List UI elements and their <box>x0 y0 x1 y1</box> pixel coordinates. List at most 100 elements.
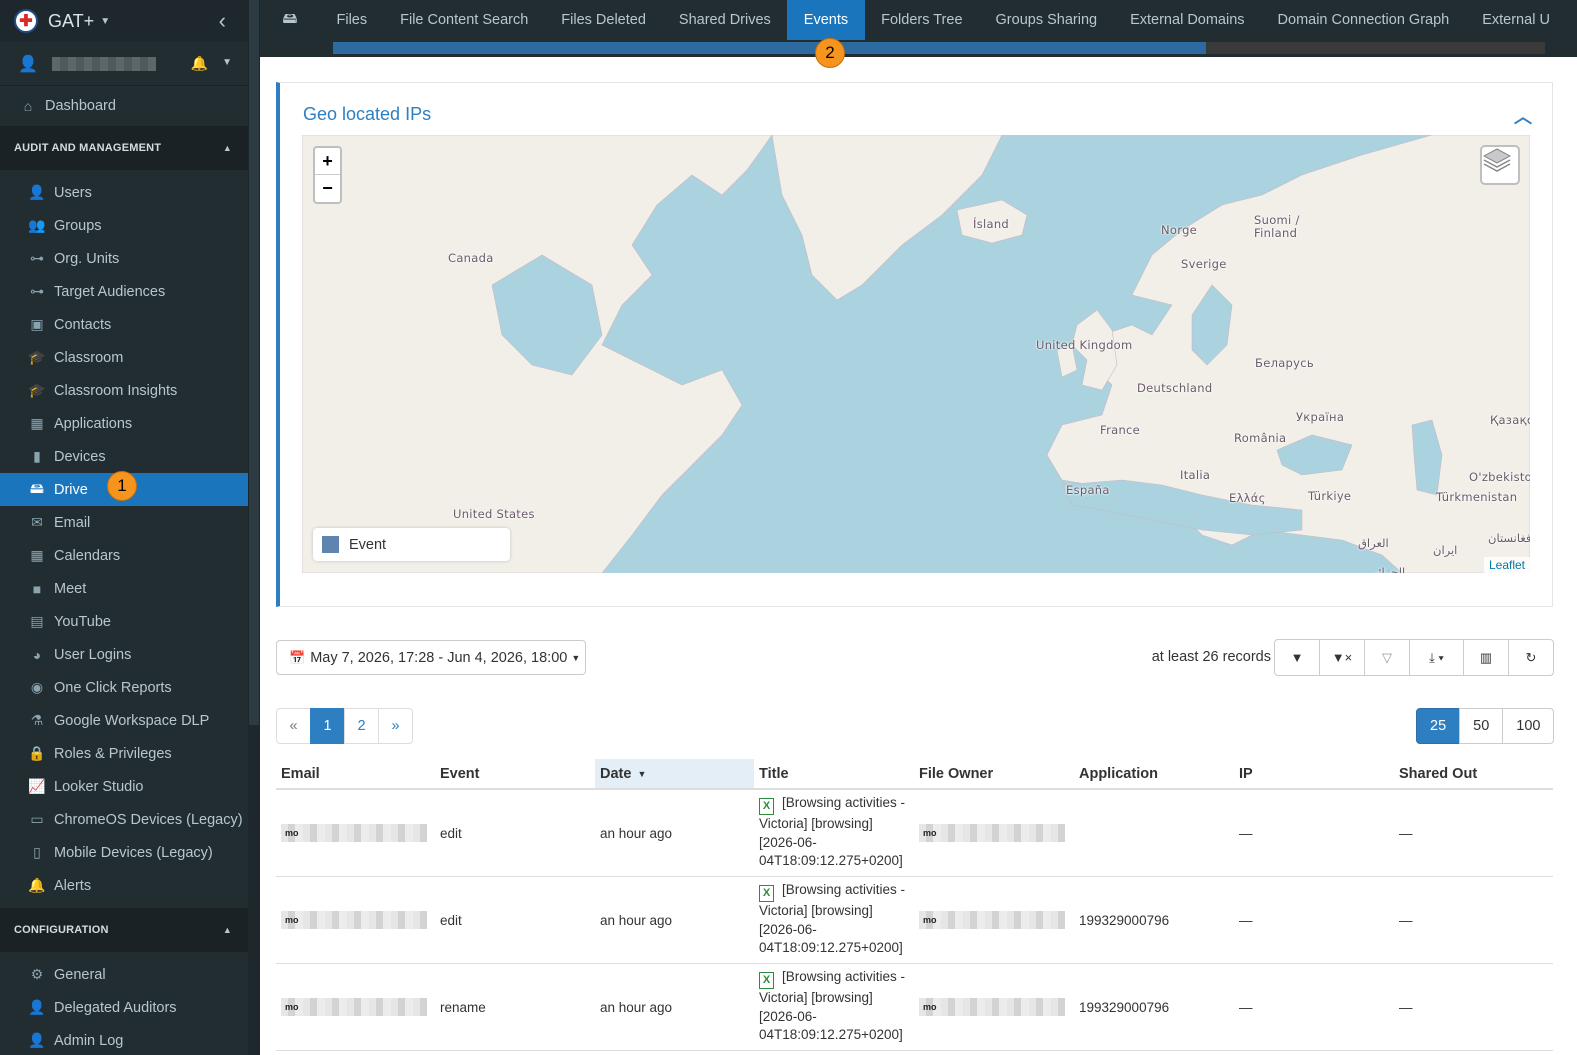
title-cell[interactable]: X [Browsing activities - Victoria] [brows… <box>754 877 914 963</box>
progress-row <box>260 40 1577 57</box>
tab-external-u[interactable]: External U <box>1466 0 1567 40</box>
sidebar-scrollbar[interactable] <box>248 0 260 1055</box>
sidebar-item-contacts[interactable]: ▣ Contacts <box>0 308 248 341</box>
sidebar-item-devices[interactable]: ▮ Devices <box>0 440 248 473</box>
column-header-file-owner[interactable]: File Owner <box>914 759 1074 788</box>
user-menu-caret-icon[interactable]: ▼ <box>222 57 232 68</box>
email-redacted[interactable]: mo <box>281 911 427 929</box>
flask-icon: ⚗ <box>30 712 44 728</box>
sidebar-item-alerts[interactable]: 🔔 Alerts <box>0 869 248 902</box>
column-header-shared-out[interactable]: Shared Out <box>1394 759 1553 788</box>
section-audit-header[interactable]: AUDIT AND MANAGEMENT ▲ <box>0 126 248 170</box>
column-header-date[interactable]: Date ▼ <box>595 759 754 788</box>
clear-filter-button[interactable]: ▼× <box>1319 639 1365 676</box>
user-bar[interactable]: 👤 🔔 ▼ <box>0 42 248 86</box>
tab-files-deleted[interactable]: Files Deleted <box>545 0 663 40</box>
page-size-option[interactable]: 50 <box>1459 708 1504 744</box>
leaflet-attribution-link[interactable]: Leaflet <box>1483 557 1530 573</box>
owner-redacted[interactable]: mo <box>919 998 1065 1016</box>
tab-shared-drives[interactable]: Shared Drives <box>662 0 787 40</box>
sidebar-item-one-click-reports[interactable]: ◉ One Click Reports <box>0 671 248 704</box>
tab-domain-connection-graph[interactable]: Domain Connection Graph <box>1261 0 1466 40</box>
tab-drive-home[interactable]: 🖴 <box>260 0 320 40</box>
owner-redacted[interactable]: mo <box>919 911 1065 929</box>
section-config-header[interactable]: CONFIGURATION ▲ <box>0 908 248 952</box>
sidebar-item-target-audiences[interactable]: ⊶ Target Audiences <box>0 275 248 308</box>
sidebar-item-org-units[interactable]: ⊶ Org. Units <box>0 242 248 275</box>
sidebar-item-users[interactable]: 👤 Users <box>0 176 248 209</box>
sidebar-item-user-logins[interactable]: ◕ User Logins <box>0 638 248 671</box>
owner-redacted[interactable]: mo <box>919 824 1065 842</box>
title-cell[interactable]: X [Browsing activities - Victoria] [brows… <box>754 790 914 876</box>
tab-external-domains[interactable]: External Domains <box>1114 0 1261 40</box>
tab-events[interactable]: Events <box>787 0 865 40</box>
file-title[interactable]: [Browsing activities - Victoria] [browsi… <box>759 882 905 955</box>
collapse-section-icon[interactable]: ▲ <box>223 925 232 935</box>
sidebar-item-groups[interactable]: 👥 Groups <box>0 209 248 242</box>
collapse-section-icon[interactable]: ▲ <box>223 143 232 153</box>
brand-caret-icon[interactable]: ▼ <box>100 16 110 27</box>
email-redacted[interactable]: mo <box>281 824 427 842</box>
prev-page-button[interactable]: « <box>276 708 311 744</box>
column-header-email[interactable]: Email <box>276 759 435 788</box>
line-chart-icon: 📈 <box>28 778 46 794</box>
sidebar-item-dashboard[interactable]: ⌂ Dashboard <box>0 86 248 126</box>
collapse-sidebar-icon[interactable]: ‹ <box>219 8 226 34</box>
title-cell[interactable]: X [Browsing activities - Victoria] [brows… <box>754 964 914 1050</box>
email-redacted[interactable]: mo <box>281 998 427 1016</box>
tab-files[interactable]: Files <box>320 0 384 40</box>
sidebar-item-google-workspace-dlp[interactable]: ⚗ Google Workspace DLP <box>0 704 248 737</box>
table-row[interactable]: mo edit an hour ago X [Browsing activities -… <box>276 877 1553 964</box>
file-title[interactable]: [Browsing activities - Victoria] [browsi… <box>759 795 905 868</box>
page-button[interactable]: 2 <box>344 708 379 744</box>
sidebar-item-label: Org. Units <box>54 250 120 267</box>
sidebar-item-looker-studio[interactable]: 📈 Looker Studio <box>0 770 248 803</box>
column-header-title[interactable]: Title <box>754 759 914 788</box>
date-range-picker[interactable]: 📅 May 7, 2026, 17:28 - Jun 4, 2026, 18:0… <box>276 640 586 675</box>
sidebar-item-label: Dashboard <box>45 98 116 114</box>
columns-button[interactable]: ▥ <box>1463 639 1509 676</box>
page-button[interactable]: 1 <box>310 708 345 744</box>
collapse-panel-icon[interactable]: ︿ <box>1514 103 1532 129</box>
sidebar-item-calendars[interactable]: ▦ Calendars <box>0 539 248 572</box>
notifications-bell-icon[interactable]: 🔔 <box>191 55 208 72</box>
geo-map[interactable]: Canada Ísland Norge Suomi / Finland Sverige Un… <box>302 135 1530 573</box>
zoom-in-button[interactable]: + <box>315 148 340 175</box>
table-row[interactable]: mo edit an hour ago X [Browsing activities -… <box>276 790 1553 877</box>
sidebar-item-chromeos-devices-legacy[interactable]: ▭ ChromeOS Devices (Legacy) <box>0 803 248 836</box>
column-header-ip[interactable]: IP <box>1234 759 1394 788</box>
refresh-button[interactable]: ↻ <box>1508 639 1554 676</box>
sidebar-item-email[interactable]: ✉ Email <box>0 506 248 539</box>
next-page-button[interactable]: » <box>378 708 413 744</box>
column-header-application[interactable]: Application <box>1074 759 1234 788</box>
sidebar-item-general[interactable]: ⚙ General <box>0 958 248 991</box>
tab-folders-tree[interactable]: Folders Tree <box>865 0 979 40</box>
scrollbar-thumb[interactable] <box>249 0 259 725</box>
sidebar-item-classroom[interactable]: 🎓 Classroom <box>0 341 248 374</box>
brand-bar[interactable]: ✚ GAT+ ▼ ‹ <box>0 0 248 42</box>
sidebar-item-youtube[interactable]: ▤ YouTube <box>0 605 248 638</box>
filter-button[interactable]: ▼ <box>1274 639 1320 676</box>
user-cog-icon: 👤 <box>28 999 46 1015</box>
sidebar-item-delegated-auditors[interactable]: 👤 Delegated Auditors <box>0 991 248 1024</box>
sidebar-item-mobile-devices-legacy[interactable]: ▯ Mobile Devices (Legacy) <box>0 836 248 869</box>
sidebar-item-applications[interactable]: ▦ Applications <box>0 407 248 440</box>
page-size-option[interactable]: 25 <box>1416 708 1461 744</box>
tab-groups-sharing[interactable]: Groups Sharing <box>979 0 1114 40</box>
map-label: Türkiye <box>1308 489 1352 503</box>
remove-filter-button[interactable]: ▽ <box>1364 639 1410 676</box>
page-size-option[interactable]: 100 <box>1502 708 1555 744</box>
tab-file-content-search[interactable]: File Content Search <box>384 0 545 40</box>
column-header-event[interactable]: Event <box>435 759 595 788</box>
table-row[interactable]: mo rename an hour ago X [Browsing activities… <box>276 964 1553 1051</box>
file-title[interactable]: [Browsing activities - Victoria] [browsi… <box>759 969 905 1042</box>
sidebar-item-classroom-insights[interactable]: 🎓 Classroom Insights <box>0 374 248 407</box>
export-button[interactable]: ⤓ ▾ <box>1409 639 1464 676</box>
sidebar-item-admin-log[interactable]: 👤 Admin Log <box>0 1024 248 1055</box>
layers-button[interactable] <box>1480 145 1520 185</box>
zoom-out-button[interactable]: − <box>315 175 340 202</box>
table-header: Email Event Date ▼ Title File Owner Applicatio… <box>276 759 1553 790</box>
sidebar-item-roles-privileges[interactable]: 🔒 Roles & Privileges <box>0 737 248 770</box>
sidebar-item-meet[interactable]: ■ Meet <box>0 572 248 605</box>
sidebar-item-label: Admin Log <box>54 1032 124 1049</box>
